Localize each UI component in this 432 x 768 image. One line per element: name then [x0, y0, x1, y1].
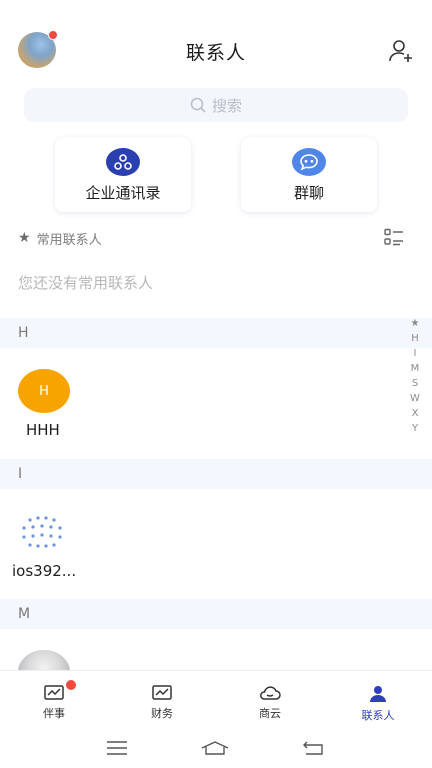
back-icon[interactable] — [302, 740, 326, 756]
search-placeholder: 搜索 — [211, 96, 242, 115]
index-letter[interactable]: H — [411, 331, 419, 346]
section-header-m: M — [0, 599, 432, 629]
person-icon — [370, 686, 386, 702]
search-input[interactable]: 搜索 — [24, 88, 408, 122]
bottom-tab-bar: 伴事 财务 商云 联系人 — [0, 670, 432, 728]
alphabet-index[interactable]: ★ H I M S W X Y — [408, 316, 422, 436]
contact-item[interactable]: H HHH — [18, 369, 74, 439]
section-header-h: H — [0, 318, 432, 348]
tab-label: 伴事 — [43, 707, 65, 720]
index-letter[interactable]: S — [412, 376, 418, 391]
favorites-empty-text: 您还没有常用联系人 — [18, 274, 154, 292]
tab-banshi[interactable]: 伴事 — [0, 671, 108, 728]
contact-name: HHH — [26, 421, 60, 439]
favorites-header: ★ 常用联系人 — [18, 228, 414, 248]
index-letter[interactable]: ★ — [411, 316, 420, 331]
avatar: H — [18, 369, 70, 413]
page-title: 联系人 — [185, 42, 246, 64]
enterprise-directory-card[interactable]: 企业通讯录 — [55, 138, 191, 212]
section-header-i: I — [0, 459, 432, 489]
menu-icon[interactable] — [106, 741, 128, 755]
trend-chart-icon — [44, 685, 64, 700]
tab-contacts[interactable]: 联系人 — [324, 671, 432, 728]
index-letter[interactable]: I — [414, 346, 417, 361]
group-chat-card[interactable]: 群聊 — [241, 138, 377, 212]
top-header: 联系人 — [0, 0, 432, 100]
trend-chart-icon — [152, 685, 172, 700]
index-letter[interactable]: Y — [412, 421, 418, 436]
favorites-label: 常用联系人 — [36, 232, 102, 248]
cloud-icon — [260, 686, 281, 700]
add-contact-icon[interactable] — [388, 38, 414, 64]
tab-badge-dot — [66, 680, 76, 690]
contact-item[interactable]: ios392... — [12, 510, 84, 580]
tab-shangyun[interactable]: 商云 — [216, 671, 324, 728]
system-nav-bar — [0, 728, 432, 768]
index-letter[interactable]: X — [412, 406, 419, 421]
tab-label: 联系人 — [361, 709, 395, 722]
search-icon — [190, 97, 206, 113]
avatar — [16, 510, 68, 554]
tab-label: 财务 — [151, 707, 173, 720]
list-view-icon[interactable] — [384, 228, 404, 246]
card-label: 群聊 — [293, 183, 324, 202]
chat-bubble-icon — [292, 147, 326, 176]
index-letter[interactable]: M — [411, 361, 420, 376]
tab-finance[interactable]: 财务 — [108, 671, 216, 728]
contact-name: ios392... — [12, 562, 77, 580]
card-label: 企业通讯录 — [85, 183, 161, 202]
index-letter[interactable]: W — [410, 391, 420, 406]
star-icon: ★ — [18, 230, 31, 246]
org-structure-icon — [106, 147, 140, 176]
tab-label: 商云 — [259, 707, 281, 720]
home-icon[interactable] — [200, 740, 230, 756]
